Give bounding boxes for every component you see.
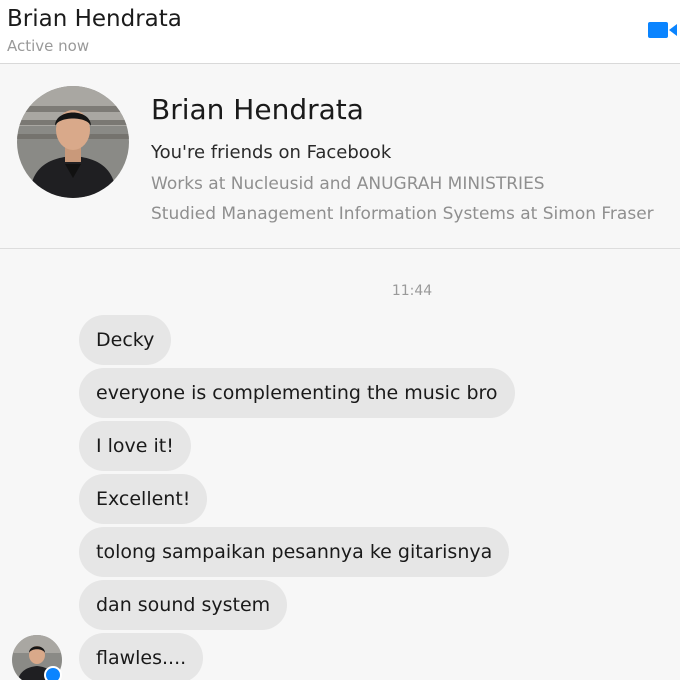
video-call-button[interactable] xyxy=(647,16,679,44)
messenger-badge-icon xyxy=(44,666,62,680)
message-bubble[interactable]: I love it! xyxy=(79,421,191,471)
conversation-header: Brian Hendrata Active now xyxy=(0,0,680,64)
message-bubble[interactable]: everyone is complementing the music bro xyxy=(79,368,515,418)
message-bubble[interactable]: Decky xyxy=(79,315,172,365)
profile-avatar[interactable] xyxy=(17,86,129,198)
message-timestamp: 11:44 xyxy=(391,283,433,299)
profile-work: Works at Nucleusid and ANUGRAH MINISTRIE… xyxy=(151,174,545,194)
contact-name[interactable]: Brian Hendrata xyxy=(7,6,182,32)
message-bubble[interactable]: flawles.... xyxy=(79,633,204,680)
profile-name: Brian Hendrata xyxy=(151,93,364,126)
message-bubble[interactable]: dan sound system xyxy=(79,580,288,630)
profile-card: Brian Hendrata You're friends on Faceboo… xyxy=(0,65,680,249)
active-status: Active now xyxy=(7,37,90,55)
friends-status: You're friends on Facebook xyxy=(151,142,392,163)
message-bubble[interactable]: Excellent! xyxy=(79,474,208,524)
video-camera-icon xyxy=(648,22,677,38)
profile-education: Studied Management Information Systems a… xyxy=(151,204,654,224)
message-bubble[interactable]: tolong sampaikan pesannya ke gitarisnya xyxy=(79,527,510,577)
message-thread[interactable]: 11:44 Decky everyone is complementing th… xyxy=(0,250,680,680)
